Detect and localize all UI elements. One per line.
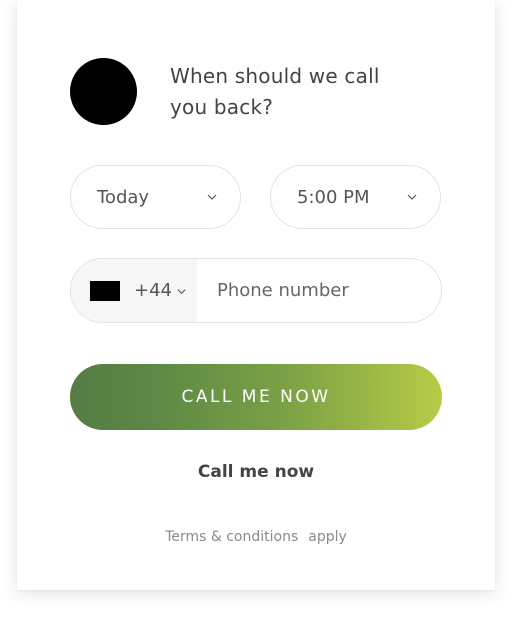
time-select-value: 5:00 PM	[297, 187, 370, 208]
flag-icon	[90, 281, 120, 301]
chevron-down-icon	[207, 194, 217, 200]
terms-link[interactable]: Terms & conditions	[165, 529, 298, 545]
page-title: When should we call you back?	[170, 64, 380, 119]
day-select[interactable]: Today	[70, 165, 241, 229]
terms-notice: Terms & conditions apply	[17, 529, 495, 545]
callback-card: When should we call you back? Today 5:00…	[17, 0, 495, 590]
avatar	[70, 58, 137, 125]
country-code: +44	[134, 280, 172, 301]
call-me-now-link[interactable]: Call me now	[17, 462, 495, 482]
call-me-now-button[interactable]: CALL ME NOW	[70, 364, 442, 430]
chevron-down-icon	[407, 194, 417, 200]
day-select-value: Today	[97, 187, 150, 208]
phone-field: +44	[70, 258, 442, 323]
chevron-down-icon	[177, 289, 186, 295]
time-select[interactable]: 5:00 PM	[270, 165, 441, 229]
country-code-select[interactable]: +44	[71, 259, 197, 322]
terms-suffix: apply	[308, 529, 347, 545]
phone-number-input[interactable]	[197, 259, 441, 322]
